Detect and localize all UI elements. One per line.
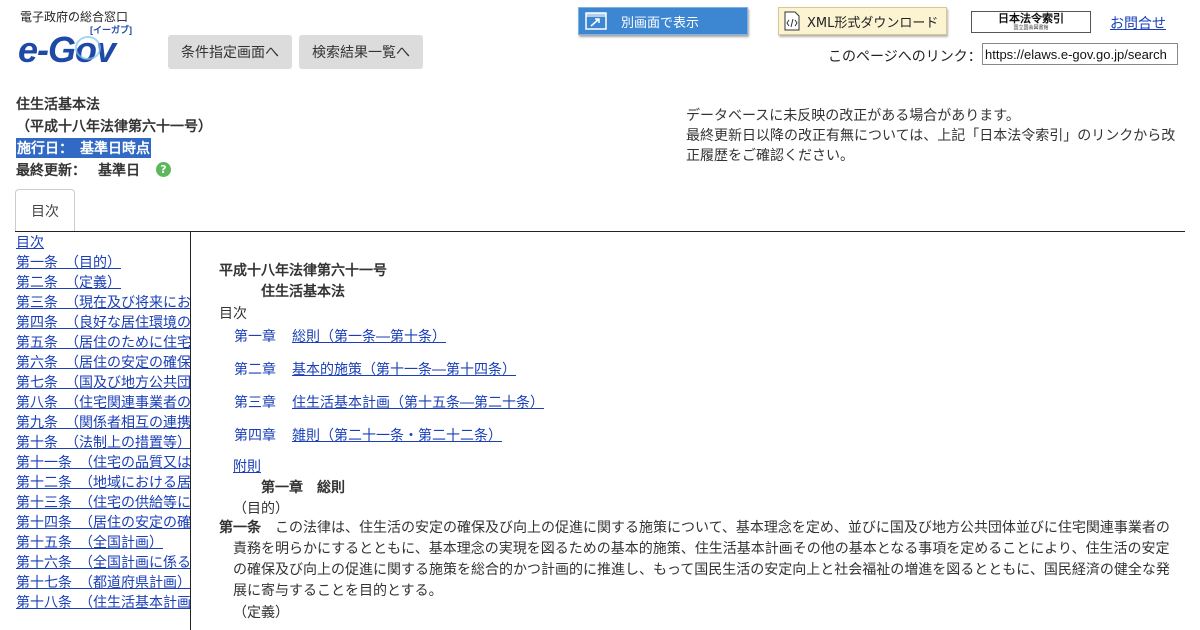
toc-chapter-link[interactable]: 第三章 住生活基本計画（第十五条―第二十条） xyxy=(234,392,544,412)
law-index-subtitle: 国立国会図書館 xyxy=(1013,25,1049,31)
xml-download-label: XML形式ダウンロード xyxy=(807,15,939,31)
xml-file-icon xyxy=(783,11,801,31)
sidebar-item[interactable]: 第二条 （定義） xyxy=(15,273,190,293)
sidebar-item[interactable]: 第十三条 （住宅の供給等に係る適正な取引の確保） xyxy=(15,493,190,513)
article-caption: （目的） xyxy=(233,501,289,517)
document-toc-label: 目次 xyxy=(219,306,247,322)
article-text: この法律は、住生活の安定の確保及び向上の促進に関する施策について、基本理念を定め… xyxy=(233,520,1170,599)
sidebar-item[interactable]: 第十七条 （都道府県計画） xyxy=(15,573,190,593)
law-body: 平成十八年法律第六十一号 住生活基本法 目次 第一章 総則（第一条―第十条） 第二… xyxy=(219,260,1179,630)
toc-chapter-link[interactable]: 第二章 基本的施策（第十一条―第十四条） xyxy=(234,359,516,379)
article-label: 第一条 xyxy=(219,520,261,536)
egov-logo[interactable]: [イーガブ] e-Gov xyxy=(18,22,136,70)
law-title: 住生活基本法 xyxy=(16,97,100,113)
database-notice: データベースに未反映の改正がある場合があります。 最終更新日以降の改正有無につい… xyxy=(686,106,1186,166)
sidebar-item[interactable]: 第六条 （居住の安定の確保） xyxy=(15,353,190,373)
sidebar-item[interactable]: 第十五条 （全国計画） xyxy=(15,533,190,553)
sidebar-item[interactable]: 第十二条 （地域における居住環境の維持及び向上） xyxy=(15,473,190,493)
new-window-label: 別画面で表示 xyxy=(621,15,700,31)
sidebar-item[interactable]: 第三条 （現在及び将来における国民の住生活の基盤である住宅の供給等） xyxy=(15,293,190,313)
law-index-link[interactable]: 日本法令索引 国立国会図書館 xyxy=(971,11,1091,33)
chapter-heading: 第一章 総則 xyxy=(261,480,345,496)
sidebar-item[interactable]: 第八条 （住宅関連事業者の責務） xyxy=(15,393,190,413)
sidebar-item[interactable]: 第九条 （関係者相互の連携及び協力） xyxy=(15,413,190,433)
new-window-button[interactable]: 別画面で表示 xyxy=(578,7,748,35)
law-index-title: 日本法令索引 xyxy=(998,12,1064,25)
document-title: 住生活基本法 xyxy=(261,284,345,300)
help-icon[interactable]: ? xyxy=(156,162,171,177)
notice-line-1: データベースに未反映の改正がある場合があります。 xyxy=(686,108,1020,124)
search-results-button[interactable]: 検索結果一覧へ xyxy=(299,35,423,69)
sidebar-item[interactable]: 第十八条 （住生活基本計画の実施） xyxy=(15,593,190,613)
sidebar-item[interactable]: 第十条 （法制上の措置等） xyxy=(15,433,190,453)
notice-line-2: 最終更新日以降の改正有無については、上記「日本法令索引」のリンクから改正履歴をご… xyxy=(686,128,1176,164)
sidebar-item[interactable]: 第十一条 （住宅の品質又は性能の維持及び向上） xyxy=(15,453,190,473)
sidebar-item[interactable]: 第七条 （国及び地方公共団体の責務） xyxy=(15,373,190,393)
last-updated-label: 最終更新： xyxy=(16,163,86,179)
sidebar-item[interactable]: 第四条 （良好な居住環境の形成） xyxy=(15,313,190,333)
law-number: （平成十八年法律第六十一号） xyxy=(16,119,212,135)
toc-chapter-link[interactable]: 第一章 総則（第一条―第十条） xyxy=(234,326,446,346)
page-link-input[interactable] xyxy=(982,43,1178,65)
sidebar-item[interactable]: 第一条 （目的） xyxy=(15,253,190,273)
supplementary-link[interactable]: 附則 xyxy=(233,456,261,476)
article-caption: （定義） xyxy=(233,605,289,621)
tab-toc[interactable]: 目次 xyxy=(15,189,75,232)
sidebar-item[interactable]: 第十四条 （居住の安定の確保のために必要な住宅の供給の促進等） xyxy=(15,513,190,533)
page-link-label: このページへのリンク： xyxy=(828,49,982,65)
effective-date: 施行日： 基準日時点 xyxy=(16,138,151,158)
document-number: 平成十八年法律第六十一号 xyxy=(219,263,387,279)
xml-download-button[interactable]: XML形式ダウンロード xyxy=(778,7,947,35)
article-1: 第一条 この法律は、住生活の安定の確保及び向上の促進に関する施策について、基本理念… xyxy=(219,518,1178,602)
last-updated-value: 基準日 xyxy=(98,163,140,179)
new-window-icon xyxy=(585,12,607,30)
sidebar-item[interactable]: 目次 xyxy=(15,233,190,253)
logo-text: e-Gov xyxy=(18,29,118,68)
contact-link[interactable]: お問合せ xyxy=(1110,13,1166,33)
last-updated: 最終更新： 基準日 xyxy=(16,160,140,180)
sidebar-item[interactable]: 第十六条 （全国計画に係る政策の評価） xyxy=(15,553,190,573)
sidebar-item[interactable]: 第五条 （居住のために住宅を購入する者等の利益の擁護及び増進） xyxy=(15,333,190,353)
sidebar-toc[interactable]: 目次 第一条 （目的） 第二条 （定義） 第三条 （現在及び将来における国民の住… xyxy=(15,232,191,630)
conditions-screen-button[interactable]: 条件指定画面へ xyxy=(168,35,292,69)
toc-chapter-link[interactable]: 第四章 雑則（第二十一条・第二十二条） xyxy=(234,425,502,445)
